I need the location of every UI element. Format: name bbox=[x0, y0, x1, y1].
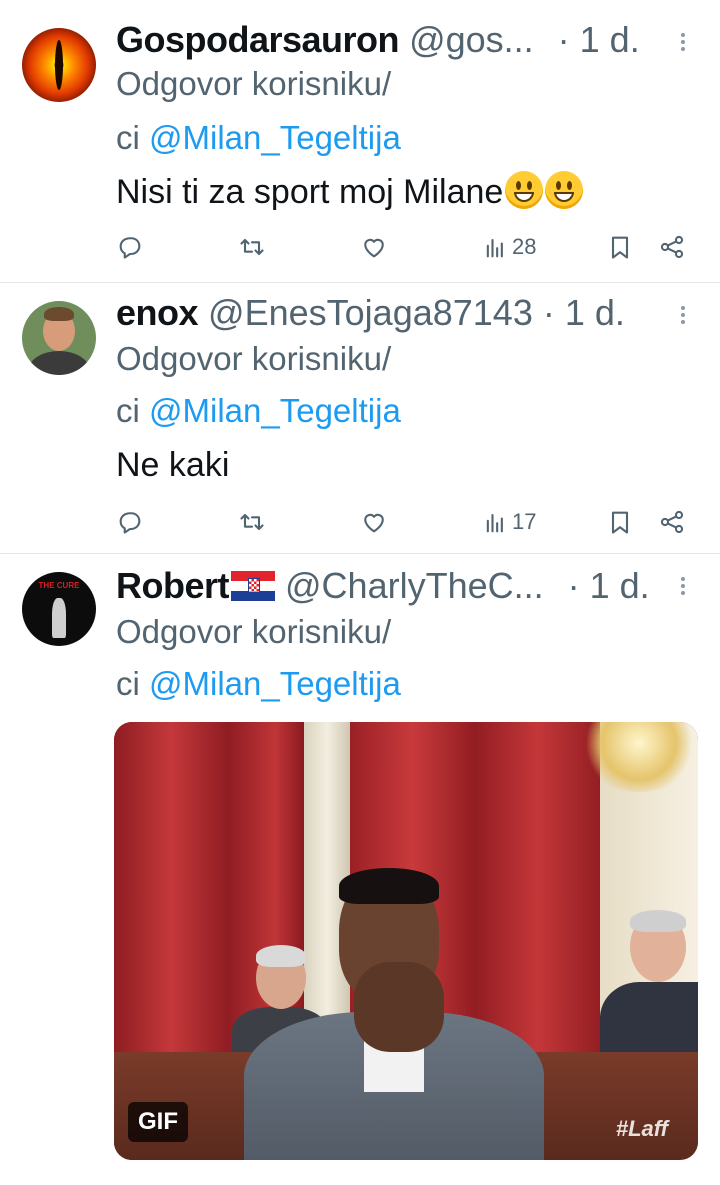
share-button[interactable] bbox=[658, 505, 686, 539]
reply-button[interactable] bbox=[116, 505, 144, 539]
gif-watermark: #Laff bbox=[615, 1116, 668, 1141]
chandelier bbox=[584, 722, 694, 792]
author-name[interactable]: enox bbox=[116, 292, 199, 333]
tweet-actions: 17 bbox=[110, 505, 700, 539]
reply-context-line2: ci @Milan_Tegeltija bbox=[116, 118, 401, 158]
like-button[interactable] bbox=[360, 505, 388, 539]
gif-badge: GIF bbox=[128, 1102, 188, 1142]
tweet[interactable]: enox @EnesTojaga87143 · 1 d. Odgovor kor… bbox=[0, 283, 720, 553]
main-person bbox=[244, 868, 544, 1160]
reply-context-line2: ci @Milan_Tegeltija bbox=[116, 391, 401, 431]
views-count: 17 bbox=[512, 509, 537, 534]
tweet-text: Nisi ti za sport moj Milane bbox=[116, 170, 584, 214]
retweet-icon bbox=[240, 513, 264, 531]
views-button[interactable]: 17 bbox=[482, 505, 536, 539]
timestamp[interactable]: · 1 d. bbox=[568, 565, 650, 606]
avatar[interactable] bbox=[22, 28, 96, 102]
mention-link[interactable]: @Milan_Tegeltija bbox=[149, 665, 401, 702]
heart-icon bbox=[364, 238, 384, 258]
bookmark-icon bbox=[611, 236, 629, 259]
author-handle[interactable]: @CharlyTheC... bbox=[285, 565, 544, 606]
reply-context: Odgovor korisniku/ bbox=[116, 65, 392, 102]
tweet-text: Ne kaki bbox=[116, 446, 230, 484]
reply-context: Odgovor korisniku/ bbox=[116, 340, 392, 377]
heart-icon bbox=[364, 513, 384, 533]
avatar[interactable]: THE CURE bbox=[22, 572, 96, 646]
reply-context-prefix: ci bbox=[116, 119, 140, 156]
reply-context-line2: ci @Milan_Tegeltija bbox=[116, 664, 401, 704]
reply-context-prefix: ci bbox=[116, 665, 140, 702]
author-handle[interactable]: @gos... bbox=[409, 19, 534, 60]
reply-context-prefix: ci bbox=[116, 392, 140, 429]
tweet[interactable]: Gospodarsauron @gos... · 1 d. Odgovor ko… bbox=[0, 0, 720, 282]
reply-icon bbox=[119, 512, 141, 534]
reply-button[interactable] bbox=[116, 230, 144, 264]
retweet-icon bbox=[240, 238, 264, 256]
croatia-flag-icon bbox=[231, 571, 275, 601]
bookmark-button[interactable] bbox=[606, 230, 634, 264]
retweet-button[interactable] bbox=[238, 505, 266, 539]
views-icon bbox=[486, 513, 503, 533]
gif-media[interactable]: GIF #Laff bbox=[114, 722, 698, 1160]
share-icon bbox=[660, 235, 684, 259]
mention-link[interactable]: @Milan_Tegeltija bbox=[149, 119, 401, 156]
more-icon[interactable] bbox=[676, 574, 690, 604]
timestamp[interactable]: · 1 d. bbox=[558, 19, 640, 60]
more-icon[interactable] bbox=[676, 30, 690, 60]
mention-link[interactable]: @Milan_Tegeltija bbox=[149, 392, 401, 429]
tweet-header: enox @EnesTojaga87143 · 1 d. bbox=[116, 291, 625, 335]
tweet-header: Gospodarsauron @gos... · 1 d. bbox=[116, 18, 640, 62]
avatar[interactable] bbox=[22, 301, 96, 375]
reply-icon bbox=[119, 237, 141, 259]
author-name[interactable]: Gospodarsauron bbox=[116, 19, 400, 60]
author-name[interactable]: Robert bbox=[116, 565, 230, 606]
views-icon bbox=[486, 238, 503, 258]
grinning-face-emoji bbox=[545, 171, 584, 209]
timestamp[interactable]: · 1 d. bbox=[543, 292, 625, 333]
grinning-face-emoji bbox=[505, 171, 544, 209]
bookmark-icon bbox=[611, 511, 629, 534]
author-handle[interactable]: @EnesTojaga87143 bbox=[208, 292, 533, 333]
more-icon[interactable] bbox=[676, 303, 690, 333]
bookmark-button[interactable] bbox=[606, 505, 634, 539]
background-person bbox=[600, 910, 698, 1072]
tweet-text-content: Nisi ti za sport moj Milane bbox=[116, 173, 504, 211]
tweet-header: Robert @CharlyTheC... · 1 d. bbox=[116, 564, 650, 608]
views-button[interactable]: 28 bbox=[482, 230, 536, 264]
tweet-actions: 28 bbox=[110, 230, 700, 264]
share-button[interactable] bbox=[658, 230, 686, 264]
views-count: 28 bbox=[512, 234, 537, 259]
share-icon bbox=[660, 510, 684, 534]
reply-context: Odgovor korisniku/ bbox=[116, 613, 392, 650]
retweet-button[interactable] bbox=[238, 230, 266, 264]
like-button[interactable] bbox=[360, 230, 388, 264]
